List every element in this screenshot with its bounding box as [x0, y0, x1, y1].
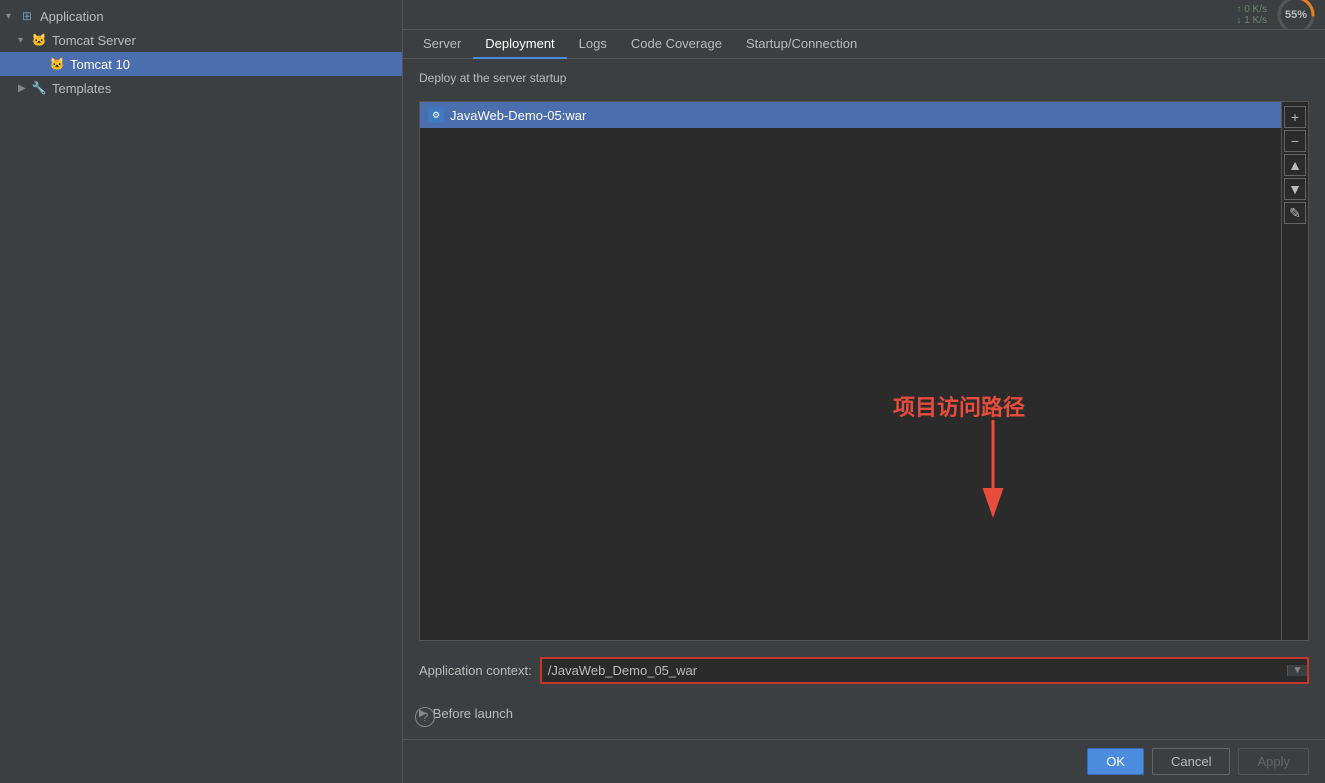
sidebar-item-application[interactable]: ▾ ⊞ Application	[0, 4, 402, 28]
deployment-list: ⚙ JavaWeb-Demo-05:war + − ▲ ▼ ✎	[419, 101, 1309, 641]
tab-code-coverage[interactable]: Code Coverage	[619, 30, 734, 59]
sidebar-label-tomcat-server: Tomcat Server	[52, 33, 136, 48]
sidebar-item-templates[interactable]: ▶ 🔧 Templates	[0, 76, 402, 100]
sidebar: ▾ ⊞ Application ▾ 🐱 Tomcat Server ▾ 🐱 To…	[0, 0, 403, 783]
tomcat10-icon: 🐱	[48, 55, 66, 73]
ok-button[interactable]: OK	[1087, 748, 1144, 775]
templates-icon: 🔧	[30, 79, 48, 97]
list-buttons: + − ▲ ▼ ✎	[1281, 102, 1308, 640]
sidebar-label-tomcat10: Tomcat 10	[70, 57, 130, 72]
tabs-bar: Server Deployment Logs Code Coverage Sta…	[403, 30, 1325, 59]
edit-button[interactable]: ✎	[1284, 202, 1306, 224]
deployment-item-label: JavaWeb-Demo-05:war	[450, 108, 586, 123]
sidebar-item-tomcat10[interactable]: ▾ 🐱 Tomcat 10	[0, 52, 402, 76]
expand-arrow-tomcat-server: ▾	[18, 35, 30, 46]
bottom-bar: OK Cancel Apply	[403, 739, 1325, 783]
content-area: ↑ 0 K/s ↓ 1 K/s 55% Server Deployment Lo…	[403, 0, 1325, 783]
context-label: Application context:	[419, 663, 532, 678]
deploy-at-startup-label: Deploy at the server startup	[419, 71, 1309, 85]
context-input-wrapper: ▼	[540, 657, 1309, 684]
tomcat-server-icon: 🐱	[30, 31, 48, 49]
add-button[interactable]: +	[1284, 106, 1306, 128]
war-icon: ⚙	[428, 107, 444, 123]
deployment-item-javaweb[interactable]: ⚙ JavaWeb-Demo-05:war	[420, 102, 1281, 128]
tab-startup-connection[interactable]: Startup/Connection	[734, 30, 869, 59]
down-button[interactable]: ▼	[1284, 178, 1306, 200]
network-down: ↓ 1 K/s	[1236, 15, 1267, 26]
before-launch-label: Before launch	[433, 706, 513, 721]
expand-arrow-application: ▾	[6, 11, 18, 22]
cancel-button[interactable]: Cancel	[1152, 748, 1230, 775]
sidebar-label-templates: Templates	[52, 81, 111, 96]
sidebar-label-application: Application	[40, 9, 104, 24]
expand-arrow-templates: ▶	[18, 83, 30, 94]
context-row: Application context: ▼	[419, 651, 1309, 690]
sidebar-item-tomcat-server[interactable]: ▾ 🐱 Tomcat Server	[0, 28, 402, 52]
panel-content: Deploy at the server startup ⚙ JavaWeb-D…	[403, 59, 1325, 739]
panel-wrapper: Server Deployment Logs Code Coverage Sta…	[403, 30, 1325, 739]
cpu-percent: 55%	[1285, 9, 1307, 21]
up-button[interactable]: ▲	[1284, 154, 1306, 176]
tab-server[interactable]: Server	[411, 30, 473, 59]
application-icon: ⊞	[18, 7, 36, 25]
tab-deployment[interactable]: Deployment	[473, 30, 566, 59]
apply-button[interactable]: Apply	[1238, 748, 1309, 775]
help-button[interactable]: ?	[415, 707, 435, 727]
deployment-list-items[interactable]: ⚙ JavaWeb-Demo-05:war	[420, 102, 1281, 640]
remove-button[interactable]: −	[1284, 130, 1306, 152]
network-up: ↑ 0 K/s	[1236, 4, 1267, 15]
before-launch-section[interactable]: ▶ Before launch	[419, 700, 1309, 727]
tab-logs[interactable]: Logs	[567, 30, 619, 59]
context-input[interactable]	[542, 659, 1287, 682]
top-bar: ↑ 0 K/s ↓ 1 K/s 55%	[403, 0, 1325, 30]
network-stats: ↑ 0 K/s ↓ 1 K/s	[1236, 4, 1267, 26]
context-dropdown-button[interactable]: ▼	[1287, 665, 1307, 676]
